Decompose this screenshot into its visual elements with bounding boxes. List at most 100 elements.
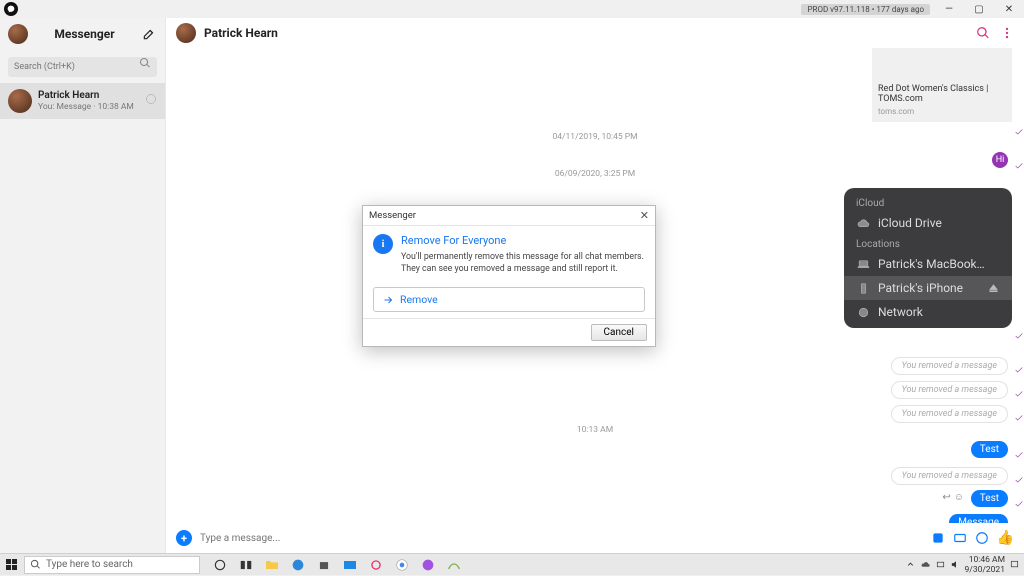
message-input-bar: + 👍 xyxy=(166,523,1024,553)
finder-row-label: iCloud Drive xyxy=(878,216,942,230)
finder-row-label: Patrick's MacBook… xyxy=(878,257,985,271)
gif-icon[interactable] xyxy=(953,531,967,545)
compose-icon[interactable] xyxy=(141,26,157,42)
window-titlebar: PROD v97.11.118 • 177 days ago — ▢ ✕ xyxy=(0,0,1024,18)
reply-icon[interactable]: ↩ xyxy=(942,492,950,503)
finder-row-iphone: Patrick's iPhone xyxy=(844,276,1012,300)
seen-indicator-icon xyxy=(1014,156,1024,166)
conversation-item[interactable]: Patrick Hearn You: Message · 10:38 AM xyxy=(0,83,165,119)
messenger-taskbar-icon[interactable] xyxy=(420,557,436,573)
link-source: toms.com xyxy=(878,107,1006,116)
sidebar-search xyxy=(0,50,165,83)
seen-indicator-icon xyxy=(1014,445,1024,455)
windows-logo-icon xyxy=(6,559,17,570)
seen-indicator-icon xyxy=(1014,494,1024,504)
chat-header: Patrick Hearn xyxy=(166,18,1024,48)
message-bubble[interactable]: Test xyxy=(971,441,1008,458)
globe-icon xyxy=(856,305,870,319)
seen-indicator-icon xyxy=(1014,518,1024,523)
chat-timestamp: 10:13 AM xyxy=(166,425,1024,435)
taskbar-clock[interactable]: 10:46 AM 9/30/2021 xyxy=(965,555,1005,575)
removed-message-pill[interactable]: You removed a message xyxy=(891,405,1009,423)
finder-row-label: Network xyxy=(878,305,923,319)
thumbs-up-button[interactable]: 👍 xyxy=(997,530,1014,546)
window-close-button[interactable]: ✕ xyxy=(994,0,1024,18)
dialog-text: Remove For Everyone You'll permanently r… xyxy=(401,234,645,275)
emoji-icon[interactable]: ☺ xyxy=(954,492,964,503)
conversation-preview: You: Message · 10:38 AM xyxy=(38,102,134,113)
dialog-titlebar: Messenger ✕ xyxy=(363,206,655,226)
window-minimize-button[interactable]: — xyxy=(934,0,964,18)
sidebar-title: Messenger xyxy=(36,27,133,41)
cortana-icon[interactable] xyxy=(212,557,228,573)
taskbar-date: 9/30/2021 xyxy=(965,565,1005,575)
taskbar-search-placeholder: Type here to search xyxy=(46,559,133,570)
seen-indicator-icon xyxy=(1014,326,1024,336)
cancel-button[interactable]: Cancel xyxy=(591,324,647,341)
mail-icon[interactable] xyxy=(342,557,358,573)
link-title: Red Dot Women's Classics | TOMS.com xyxy=(878,84,1006,104)
message-hover-actions[interactable]: ↩ ☺ xyxy=(942,492,964,503)
seen-indicator-icon xyxy=(1014,384,1024,394)
conversation-search-icon[interactable] xyxy=(976,26,990,40)
emoji-picker-icon[interactable] xyxy=(975,531,989,545)
my-avatar[interactable] xyxy=(8,24,28,44)
laptop-icon xyxy=(856,257,870,271)
remove-button[interactable]: Remove xyxy=(373,287,645,312)
window-maximize-button[interactable]: ▢ xyxy=(964,0,994,18)
chat-header-actions xyxy=(976,26,1014,40)
sidebar-header: Messenger xyxy=(0,18,165,50)
remove-button-label: Remove xyxy=(400,293,438,306)
chat-timestamp: 06/09/2020, 3:25 PM xyxy=(166,169,1024,179)
chat-contact-avatar[interactable] xyxy=(176,23,196,43)
store-icon[interactable] xyxy=(316,557,332,573)
app-icon[interactable] xyxy=(368,557,384,573)
seen-indicator-icon xyxy=(1014,408,1024,418)
removed-message-pill[interactable]: You removed a message xyxy=(891,467,1009,485)
conversation-options-icon[interactable] xyxy=(145,93,157,105)
taskbar-search[interactable]: Type here to search xyxy=(24,556,200,574)
network-icon[interactable] xyxy=(935,559,946,570)
removed-message-pill[interactable]: You removed a message xyxy=(891,357,1009,375)
finder-section-label: iCloud xyxy=(844,194,1012,211)
removed-message-pill[interactable]: You removed a message xyxy=(891,381,1009,399)
message-input[interactable] xyxy=(200,533,923,544)
link-preview-card[interactable]: Red Dot Women's Classics | TOMS.com toms… xyxy=(872,48,1012,122)
file-explorer-icon[interactable] xyxy=(264,557,280,573)
finder-row-icloud-drive: iCloud Drive xyxy=(844,211,1012,235)
edge-icon[interactable] xyxy=(290,557,306,573)
onedrive-icon[interactable] xyxy=(920,559,931,570)
eject-icon xyxy=(986,281,1000,295)
taskbar-time: 10:46 AM xyxy=(969,555,1005,565)
dialog-close-button[interactable]: ✕ xyxy=(640,209,649,222)
start-button[interactable] xyxy=(0,554,22,576)
search-icon xyxy=(30,559,41,570)
app-icon[interactable] xyxy=(446,557,462,573)
cloud-icon xyxy=(856,216,870,230)
message-bubble-hi[interactable]: Hi xyxy=(992,152,1008,168)
chrome-icon[interactable] xyxy=(394,557,410,573)
info-icon: i xyxy=(373,234,393,254)
message-bubble[interactable]: Test xyxy=(971,490,1008,507)
add-attachment-button[interactable]: + xyxy=(176,530,192,546)
conversation-text: Patrick Hearn You: Message · 10:38 AM xyxy=(38,90,134,113)
taskbar-pinned-apps xyxy=(212,557,462,573)
dialog-description: You'll permanently remove this message f… xyxy=(401,251,645,275)
seen-indicator-icon xyxy=(1014,360,1024,370)
dialog-body: i Remove For Everyone You'll permanently… xyxy=(363,226,655,285)
search-input[interactable] xyxy=(8,57,157,77)
seen-indicator-icon xyxy=(1014,122,1024,132)
build-badge: PROD v97.11.118 • 177 days ago xyxy=(801,4,930,15)
tray-chevron-icon[interactable] xyxy=(905,559,916,570)
task-view-icon[interactable] xyxy=(238,557,254,573)
volume-icon[interactable] xyxy=(950,559,961,570)
notifications-icon[interactable] xyxy=(1009,559,1020,570)
message-bubble[interactable]: Message xyxy=(949,514,1008,523)
finder-sidebar-image[interactable]: iCloud iCloud Drive Locations Patrick's … xyxy=(844,188,1012,328)
sticker-icon[interactable] xyxy=(931,531,945,545)
dialog-title: Messenger xyxy=(369,210,416,221)
seen-indicator-icon xyxy=(1014,470,1024,480)
more-options-icon[interactable] xyxy=(1000,26,1014,40)
finder-row-network: Network xyxy=(844,300,1012,324)
finder-section-label: Locations xyxy=(844,235,1012,252)
